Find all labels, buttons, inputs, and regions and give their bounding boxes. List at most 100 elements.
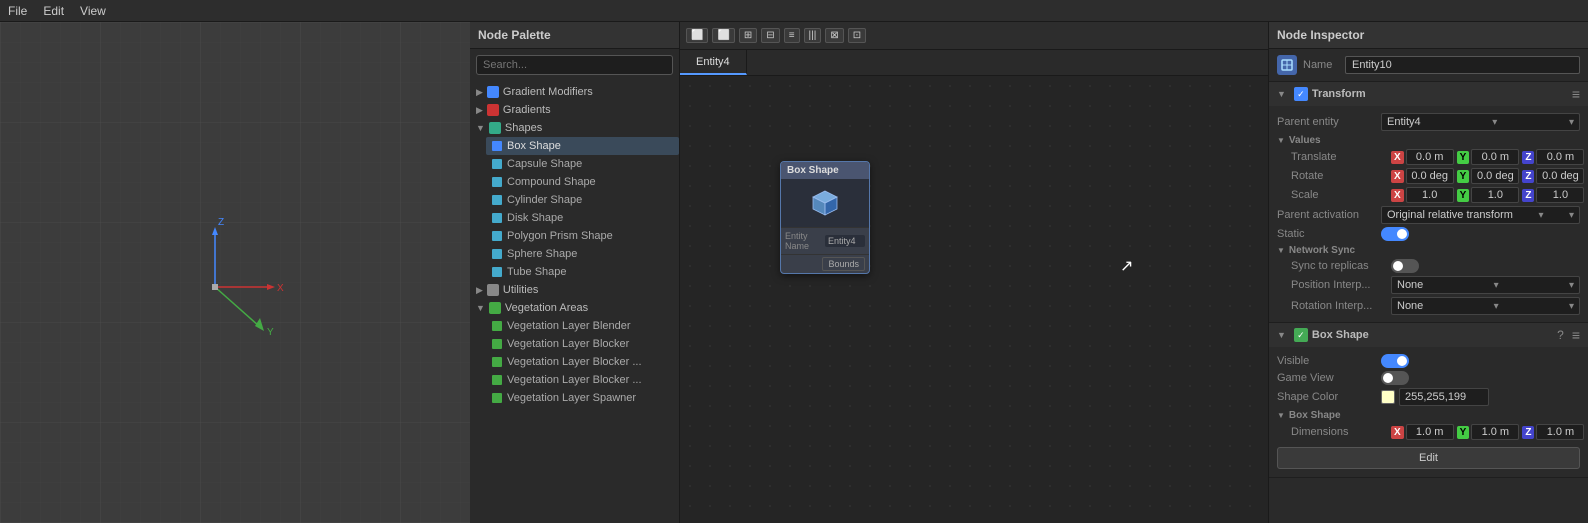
toolbar-btn-5[interactable]: ≡ [784, 28, 800, 43]
transform-section-header[interactable]: ▼ ✓ Transform ≡ [1269, 82, 1588, 106]
node-card-field: Entity Name Entity4 [781, 227, 869, 254]
toolbar-btn-3[interactable]: ⊞ [739, 28, 757, 43]
rotate-z-input[interactable] [1536, 168, 1584, 184]
tree-arrow-shapes: ▼ [476, 123, 485, 133]
dimensions-row: Dimensions X Y Z [1277, 424, 1580, 440]
menu-view[interactable]: View [80, 4, 106, 18]
transform-arrow: ▼ [1277, 89, 1286, 99]
toolbar-btn-7[interactable]: ⊠ [825, 28, 843, 43]
dimensions-y-label: Y [1457, 426, 1470, 439]
veg-layer-blocker2-icon [492, 357, 502, 367]
translate-row: Translate X Y Z [1277, 149, 1580, 165]
tree-group-header-vegetation[interactable]: ▼ Vegetation Areas [470, 299, 679, 317]
rotate-z-field: Z [1522, 168, 1584, 184]
shape-color-group: 255,255,199 [1381, 388, 1489, 406]
leaf-disk-shape[interactable]: Disk Shape [486, 209, 679, 227]
parent-entity-value: Entity4 [1387, 116, 1421, 128]
transform-menu-btn[interactable]: ≡ [1572, 86, 1580, 102]
parent-activation-value: Original relative transform [1387, 209, 1513, 221]
translate-y-label: Y [1457, 151, 1470, 164]
node-card-box-shape[interactable]: Box Shape [780, 161, 870, 274]
leaf-polygon-prism-shape[interactable]: Polygon Prism Shape [486, 227, 679, 245]
parent-activation-dropdown[interactable]: Original relative transform ▾ [1381, 206, 1580, 224]
visible-toggle[interactable] [1381, 354, 1409, 368]
toolbar-btn-1[interactable]: ⬜ [686, 28, 708, 43]
dimensions-x-input[interactable] [1406, 424, 1454, 440]
leaf-sphere-shape[interactable]: Sphere Shape [486, 245, 679, 263]
gradients-icon [487, 104, 499, 116]
svg-text:Z: Z [218, 217, 224, 228]
shape-color-swatch[interactable] [1381, 390, 1395, 404]
menu-file[interactable]: File [8, 4, 27, 18]
tree-arrow-gradients: ▶ [476, 105, 483, 116]
menu-edit[interactable]: Edit [43, 4, 64, 18]
rotate-x-input[interactable] [1406, 168, 1454, 184]
translate-x-input[interactable] [1406, 149, 1454, 165]
entity-name-field-label: Entity Name [785, 231, 825, 251]
static-toggle[interactable] [1381, 227, 1409, 241]
node-card-icon-area [781, 179, 869, 227]
tab-entity4[interactable]: Entity4 [680, 50, 747, 75]
leaf-veg-layer-blocker[interactable]: Vegetation Layer Blocker [486, 335, 679, 353]
viewport[interactable]: X Z Y [0, 22, 470, 523]
leaf-veg-layer-spawner[interactable]: Vegetation Layer Spawner [486, 389, 679, 407]
leaf-cylinder-shape[interactable]: Cylinder Shape [486, 191, 679, 209]
leaf-veg-layer-blender[interactable]: Vegetation Layer Blender [486, 317, 679, 335]
tree-group-header-utilities[interactable]: ▶ Utilities [470, 281, 679, 299]
menu-bar: File Edit View [0, 0, 1588, 22]
translate-y-field: Y [1457, 149, 1520, 165]
bounds-button[interactable]: Bounds [822, 257, 865, 271]
shape-color-value[interactable]: 255,255,199 [1399, 388, 1489, 406]
box-shape-arrow: ▼ [1277, 330, 1286, 340]
toolbar-btn-8[interactable]: ⊡ [848, 28, 866, 43]
game-view-toggle[interactable] [1381, 371, 1409, 385]
edit-button[interactable]: Edit [1277, 447, 1580, 469]
shapes-icon [489, 122, 501, 134]
scale-z-input[interactable] [1536, 187, 1584, 203]
game-view-toggle-knob [1383, 373, 1393, 383]
tree-group-header-shapes[interactable]: ▼ Shapes [470, 119, 679, 137]
leaf-compound-shape[interactable]: Compound Shape [486, 173, 679, 191]
toolbar-btn-4[interactable]: ⊟ [761, 28, 779, 43]
dimensions-y-input[interactable] [1471, 424, 1519, 440]
graph-canvas[interactable]: Box Shape [680, 76, 1268, 523]
transform-title: Transform [1312, 88, 1568, 100]
toolbar-btn-6[interactable]: ||| [804, 28, 822, 43]
leaf-veg-layer-blocker2[interactable]: Vegetation Layer Blocker ... [486, 353, 679, 371]
box-shape-menu-btn[interactable]: ≡ [1572, 327, 1580, 343]
scale-x-input[interactable] [1406, 187, 1454, 203]
box-shape-help[interactable]: ? [1557, 328, 1564, 342]
tree-group-header-gradient-modifiers[interactable]: ▶ Gradient Modifiers [470, 83, 679, 101]
graph-toolbar: ⬜ ⬜ ⊞ ⊟ ≡ ||| ⊠ ⊡ [680, 22, 1268, 50]
scale-xyz: X Y Z [1391, 187, 1584, 203]
rotate-x-label: X [1391, 170, 1404, 183]
leaf-veg-layer-blocker3[interactable]: Vegetation Layer Blocker ... [486, 371, 679, 389]
game-view-label: Game View [1277, 372, 1377, 384]
sync-replicas-toggle[interactable] [1391, 259, 1419, 273]
position-interp-dropdown[interactable]: None ▾ [1391, 276, 1580, 294]
translate-y-input[interactable] [1471, 149, 1519, 165]
leaf-capsule-shape[interactable]: Capsule Shape [486, 155, 679, 173]
scale-y-input[interactable] [1471, 187, 1519, 203]
dimensions-z-input[interactable] [1536, 424, 1584, 440]
sync-replicas-knob [1393, 261, 1403, 271]
rotate-y-input[interactable] [1471, 168, 1519, 184]
shapes-label: Shapes [505, 122, 542, 134]
leaf-box-shape[interactable]: Box Shape [486, 137, 679, 155]
leaf-tube-shape[interactable]: Tube Shape [486, 263, 679, 281]
name-label: Name [1303, 59, 1339, 71]
scale-z-label: Z [1522, 189, 1534, 202]
scale-x-label: X [1391, 189, 1404, 202]
rotation-interp-dropdown[interactable]: None ▾ [1391, 297, 1580, 315]
translate-x-label: X [1391, 151, 1404, 164]
entity-name-input[interactable] [1345, 56, 1580, 74]
shape-color-label: Shape Color [1277, 391, 1377, 403]
toolbar-btn-2[interactable]: ⬜ [712, 28, 734, 43]
main-layout: X Z Y Node Palette ▶ Gradient Modifiers [0, 22, 1588, 523]
tree-group-header-gradients[interactable]: ▶ Gradients [470, 101, 679, 119]
box-shape-section-header[interactable]: ▼ ✓ Box Shape ? ≡ [1269, 323, 1588, 347]
cylinder-shape-label: Cylinder Shape [507, 194, 582, 206]
translate-z-input[interactable] [1536, 149, 1584, 165]
parent-entity-dropdown[interactable]: Entity4 ▾ [1381, 113, 1580, 131]
palette-search-input[interactable] [476, 55, 673, 75]
